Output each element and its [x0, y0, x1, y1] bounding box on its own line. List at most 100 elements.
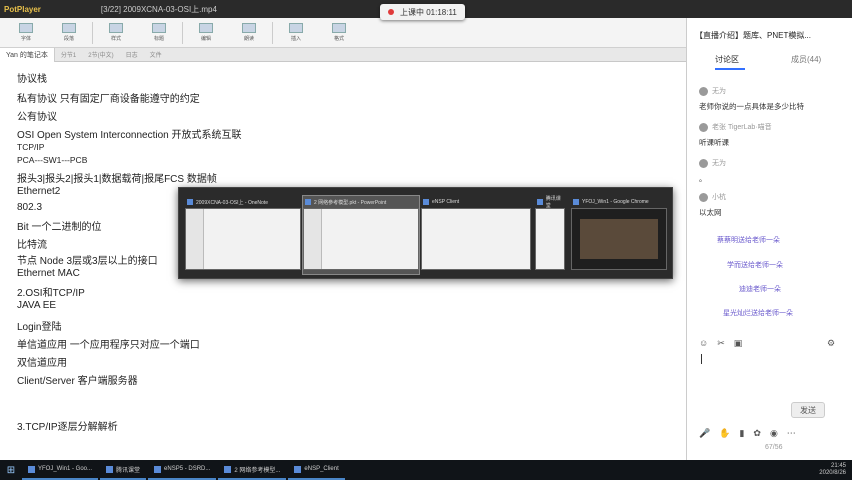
taskbar-item[interactable]: 腾讯课堂 [100, 460, 147, 480]
switcher-window[interactable]: YFOJ_Win1 - Google Chrome [571, 196, 667, 274]
note-line: Ethernet MAC [17, 268, 80, 279]
ribbon-group[interactable]: 编辑 [186, 23, 226, 42]
switcher-window[interactable]: eNSP Client [421, 196, 531, 274]
ribbon-group[interactable]: 字体 [6, 23, 46, 42]
ribbon-icon [62, 23, 76, 33]
switcher-window-title: 2 网络参考模型.pkt - PowerPoint [314, 199, 387, 206]
note-line: 私有协议 只有固定厂商设备能遵守的约定 [17, 94, 200, 105]
app-icon [537, 199, 543, 205]
live-chat-panel: 【直播介绍】题库、PNET模拟... 讨论区 成员(44) 无为 老师你说的一点… [686, 18, 852, 460]
window-switcher: 2009XCNA-03-OSI上 - OneNote 2 网络参考模型.pkt … [178, 187, 673, 279]
window-preview [421, 208, 531, 270]
more-icon[interactable]: ⋯ [787, 428, 796, 439]
taskbar-label: eNSP5 - DSRD... [164, 466, 211, 472]
ribbon-icon [332, 23, 346, 33]
ribbon-group[interactable]: 段落 [49, 23, 89, 42]
app-icon [573, 199, 579, 205]
switcher-window[interactable]: 2009XCNA-03-OSI上 - OneNote [185, 196, 301, 274]
avatar [699, 86, 708, 96]
taskbar-item[interactable]: YFOJ_Win1 - Goo... [22, 460, 99, 480]
note-line: 节点 Node 3层或3层以上的接口 [17, 256, 158, 267]
ribbon-divider [92, 21, 93, 44]
switcher-window-selected[interactable]: 2 网络参考模型.pkt - PowerPoint [302, 195, 420, 275]
switcher-window-title: 2009XCNA-03-OSI上 - OneNote [196, 199, 268, 206]
window-preview [535, 208, 565, 270]
ribbon-group[interactable]: 格式 [319, 23, 359, 42]
clock-time: 21:45 [830, 463, 846, 469]
emoji-icon[interactable]: ☺ [699, 338, 708, 349]
start-icon[interactable]: ⊞ [0, 465, 22, 476]
taskbar-item[interactable]: eNSP5 - DSRD... [148, 460, 217, 480]
ribbon-label: 插入 [290, 36, 301, 42]
note-line: 双信道应用 [17, 358, 67, 369]
live-status-text: 上课中 01:18:11 [400, 7, 457, 17]
course-title: 【直播介绍】题库、PNET模拟... [695, 31, 812, 40]
ribbon-divider [182, 21, 183, 44]
ribbon-group[interactable]: 朗读 [229, 23, 269, 42]
section-tab[interactable]: 分节1 [55, 48, 82, 62]
taskbar-item[interactable]: 2 网络参考模型... [218, 460, 287, 480]
panel-tabs: 讨论区 成员(44) [687, 54, 852, 70]
gift-icon[interactable]: ✿ [753, 428, 761, 439]
ribbon-group[interactable]: 样式 [96, 23, 136, 42]
scissors-icon[interactable]: ✂ [717, 338, 725, 349]
section-tab[interactable]: 日志 [120, 48, 144, 62]
notebook-tab-active[interactable]: Yan 的笔记本 [0, 47, 55, 62]
note-line: PCA---SW1---PCB [17, 155, 88, 165]
system-clock[interactable]: 21:45 2020/8/26 [819, 463, 846, 477]
avatar [699, 192, 708, 202]
chat-message: 听课听课 [699, 138, 729, 147]
text-cursor[interactable] [701, 354, 702, 364]
ribbon-label: 编辑 [200, 36, 211, 42]
ribbon-group[interactable]: 标题 [139, 23, 179, 42]
gift-notice: 学而送给老师一朵 [727, 262, 783, 269]
switcher-window-title: 腾讯课堂 [545, 196, 561, 209]
chat-username: 老张 TigerLab·喵音 [712, 124, 772, 131]
hand-icon[interactable]: ✋ [719, 428, 730, 439]
ribbon-group[interactable]: 插入 [276, 23, 316, 42]
taskbar-label: YFOJ_Win1 - Goo... [38, 466, 93, 472]
window-preview [185, 208, 301, 270]
chat-message: 老师你说的一点具体是多少比特 [699, 102, 804, 111]
composer-tools: ☺ ✂ ▣ ⚙ [699, 338, 835, 349]
tab-discussion[interactable]: 讨论区 [715, 54, 745, 70]
section-tab[interactable]: 2节(中文) [82, 48, 119, 62]
app-icon [423, 199, 429, 205]
avatar [699, 158, 708, 168]
send-button[interactable]: 发送 [791, 402, 825, 418]
signal-icon[interactable]: ▮ [739, 428, 744, 439]
note-line: 协议栈 [17, 74, 47, 85]
ribbon-icon [199, 23, 213, 33]
chat-username: 无为 [712, 88, 726, 95]
ribbon-label: 段落 [63, 36, 74, 42]
location-icon[interactable]: ◉ [770, 428, 778, 439]
note-line: OSI Open System Interconnection 开放式系统互联 [17, 130, 242, 141]
ribbon-icon [109, 23, 123, 33]
chat-message: 。 [699, 174, 707, 183]
image-icon[interactable]: ▣ [734, 338, 743, 349]
app-icon [294, 465, 302, 473]
note-line: TCP/IP [17, 142, 45, 152]
note-line: JAVA EE [17, 300, 57, 311]
gift-notice: 星光灿烂送给老师一朵 [723, 310, 793, 317]
section-tab[interactable]: 文件 [144, 48, 168, 62]
switcher-window[interactable]: 腾讯课堂 [535, 196, 565, 274]
ribbon-label: 标题 [153, 36, 164, 42]
app-icon [28, 465, 35, 473]
chat-username: 小杭 [712, 194, 726, 201]
taskbar-item[interactable]: eNSP_Client [288, 460, 345, 480]
mic-icon[interactable]: 🎤 [699, 428, 710, 439]
avatar [699, 122, 708, 132]
chat-user: 无为 [699, 86, 726, 96]
ribbon-label: 字体 [20, 36, 31, 42]
taskbar-label: 2 网络参考模型... [234, 467, 281, 474]
switcher-window-title: eNSP Client [432, 199, 460, 205]
settings-icon[interactable]: ⚙ [827, 338, 835, 349]
app-icon [106, 465, 114, 473]
note-line: 单信道应用 一个应用程序只对应一个端口 [17, 340, 200, 351]
note-line: Client/Server 客户端服务器 [17, 376, 138, 387]
ribbon-divider [272, 21, 273, 44]
tab-members[interactable]: 成员(44) [791, 54, 821, 65]
app-icon [224, 465, 232, 473]
classroom-tools: 🎤 ✋ ▮ ✿ ◉ ⋯ [699, 428, 796, 439]
